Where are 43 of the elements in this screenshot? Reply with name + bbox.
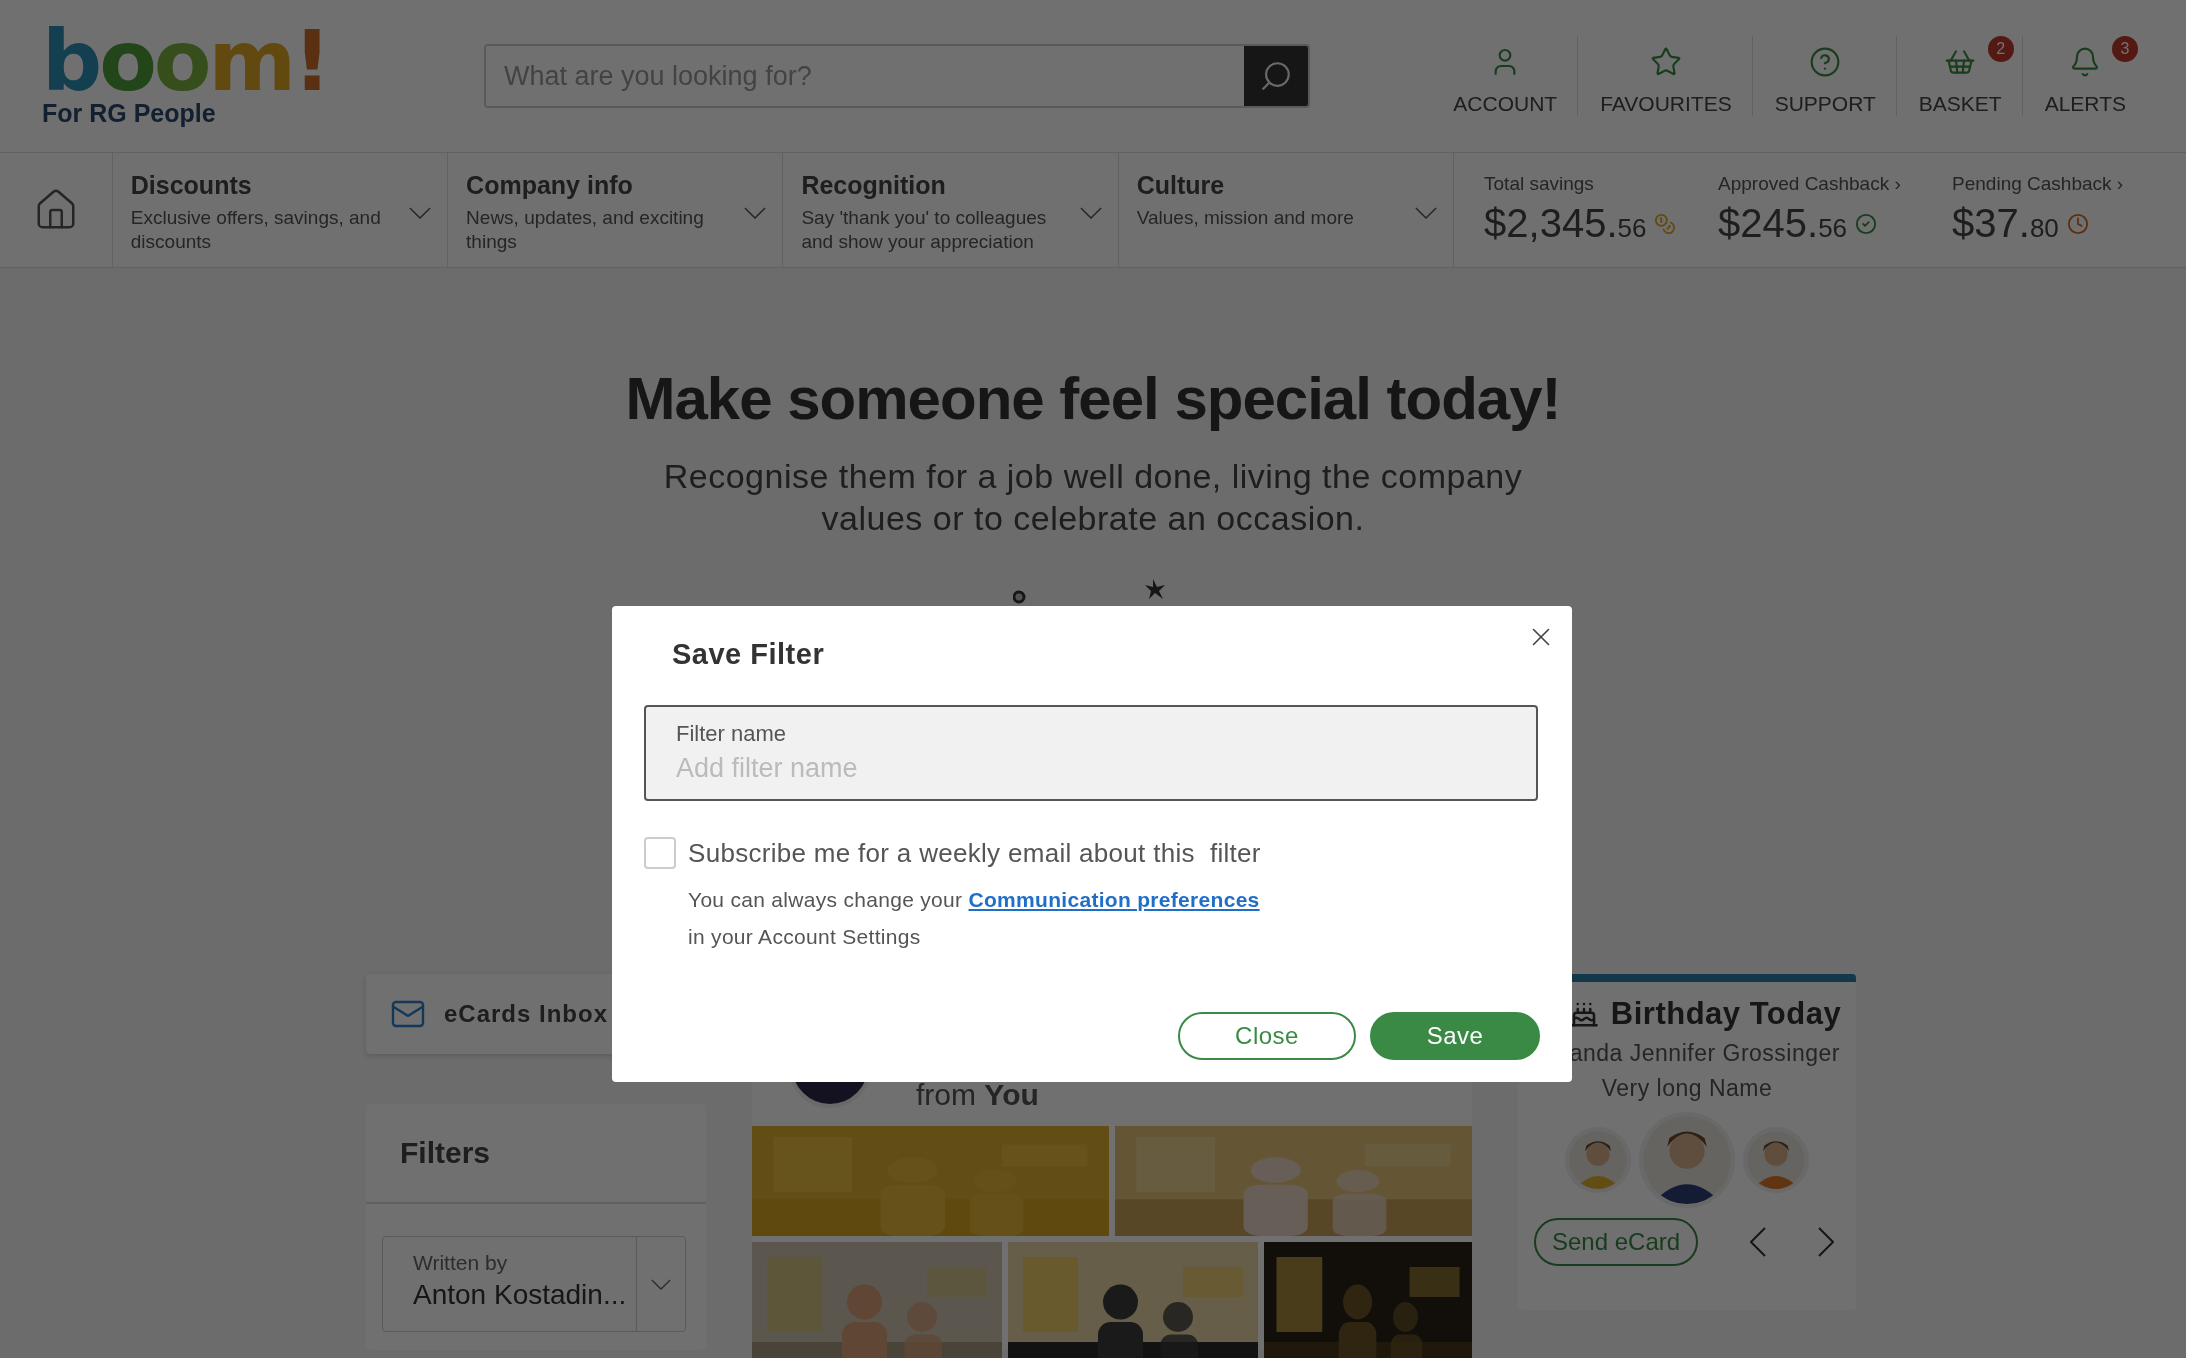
nav-menu-item[interactable]: Company info News, updates, and exciting things	[448, 153, 784, 267]
header-action-button[interactable]: BASKET 2	[1895, 36, 2022, 116]
stat-label: Total savings	[1484, 173, 1595, 195]
nav-item-title: Recognition	[801, 171, 947, 200]
nav-item-description: News, updates, and exciting things	[466, 206, 705, 254]
author-select[interactable]: Written by Anton Kostadin...	[382, 1236, 686, 1332]
filters-title: Filters	[366, 1104, 706, 1204]
hero-title: Make someone feel special today!	[625, 364, 1561, 433]
close-button[interactable]: Close	[1178, 1012, 1356, 1060]
nav-menu-item[interactable]: Discounts Exclusive offers, savings, and discounts	[112, 153, 449, 267]
nav-item-description: Exclusive offers, savings, and discounts	[130, 206, 382, 254]
nav-item-title: Culture	[1136, 171, 1226, 200]
dialog-title: Save Filter	[672, 638, 826, 671]
stat-label[interactable]: Pending Cashback ›	[1952, 173, 2186, 195]
help-text: You can always change your Communication preferences in your Account Settings	[688, 887, 1261, 950]
nav-menu-item[interactable]: Recognition Say 'thank you' to colleagues and show your appreciation	[783, 153, 1119, 267]
stat-amount: $2,345.56	[1484, 201, 1647, 246]
stat-amount: $245.56	[1718, 201, 1848, 246]
logo-tagline: For RG People	[42, 98, 217, 128]
save-button[interactable]: Save	[1370, 1012, 1540, 1060]
nav-item-title: Discounts	[130, 171, 253, 200]
stat-amount: $37.80	[1952, 201, 2059, 246]
send-ecard-button[interactable]: Send eCard	[1534, 1218, 1699, 1266]
header-action-button[interactable]: SUPPORT	[1751, 36, 1896, 116]
field-label: Filter name	[676, 721, 788, 747]
nav-item-description: Values, mission and more	[1136, 206, 1355, 230]
stat-label[interactable]: Approved Cashback ›	[1718, 173, 1953, 195]
header-action-button[interactable]: ALERTS 3	[2021, 36, 2146, 116]
nav-item-title: Company info	[466, 171, 634, 200]
count-badge: 3	[2112, 36, 2138, 62]
header-action-button[interactable]: ACCOUNT	[1431, 36, 1578, 116]
preferences-link[interactable]: Communication preferences	[968, 888, 1260, 911]
birthday-title: Birthday Today	[1610, 996, 1842, 1032]
nav-menu-item[interactable]: Culture Values, mission and more	[1118, 153, 1455, 267]
count-badge: 2	[1987, 36, 2014, 62]
birthday-name: Very long Name	[1601, 1075, 1773, 1102]
sender-text: from You	[916, 1078, 1039, 1112]
checkbox-label: Subscribe me for a weekly email about this filter	[688, 837, 1261, 869]
nav-item-description: Say 'thank you' to colleagues and show your appreciation	[801, 206, 1048, 254]
birthday-name: anda Jennifer Grossinger	[1569, 1040, 1840, 1067]
hero-subtitle: Recognise them for a job well done, living the company values or to celebrate an occasion.	[662, 456, 1524, 539]
header-action-button[interactable]: FAVOURITES	[1577, 36, 1752, 116]
logo[interactable]: boom!	[42, 24, 484, 97]
